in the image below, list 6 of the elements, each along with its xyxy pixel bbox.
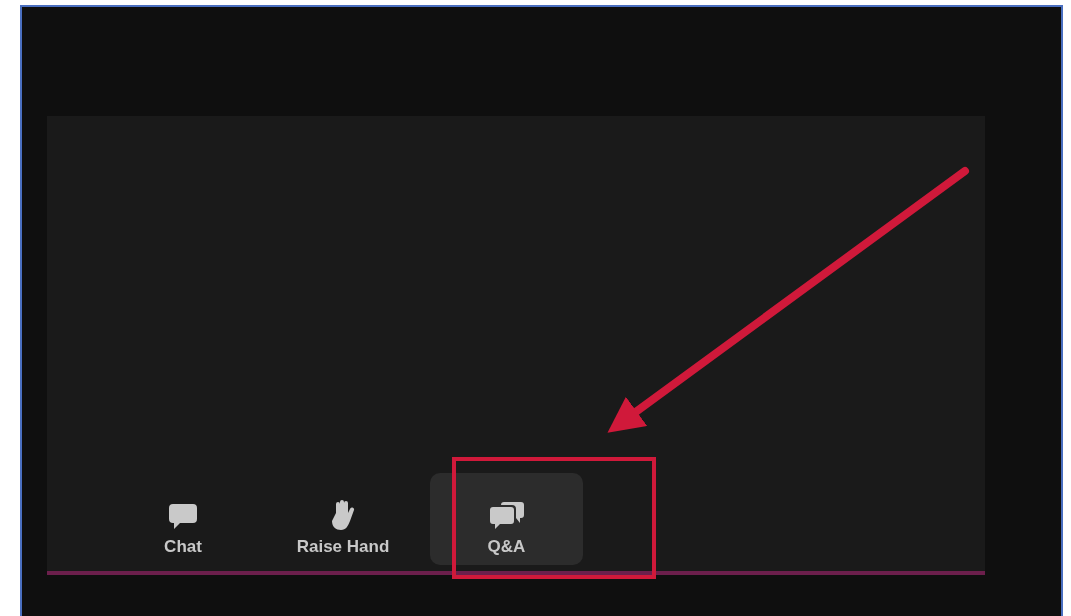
toolbar-button[interactable]: Chat (133, 473, 233, 565)
toolbar-button[interactable]: Raise Hand (278, 473, 408, 565)
two-speech-bubbles-icon (488, 501, 525, 531)
chat-bubble-icon (168, 503, 198, 531)
toolbar-button[interactable]: Q&A (430, 473, 583, 565)
raised-hand-icon (330, 499, 356, 531)
